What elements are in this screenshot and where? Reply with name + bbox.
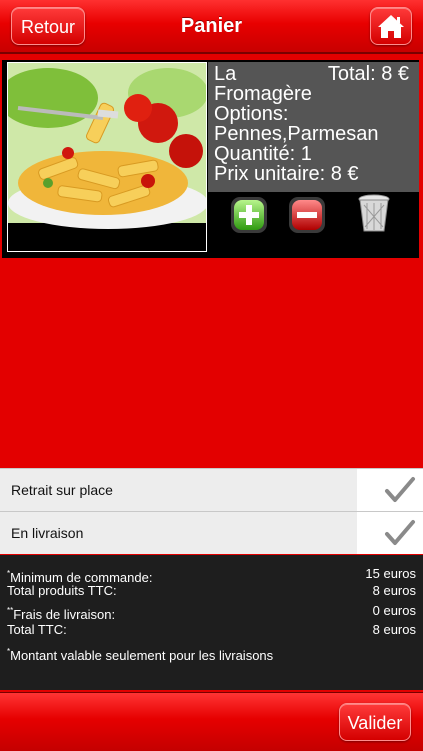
cart-item-card: La Fromagère Options: Pennes,Parmesan Qu… [2,60,419,258]
item-total: Total: 8 € [327,63,409,85]
page-title: Panier [180,15,243,37]
delivery-fee-line: **Frais de livraison: 0 euros [7,603,416,622]
item-quantity: Quantité: 1 [214,143,312,165]
bottom-bar: Valider [0,692,423,751]
pasta-image [8,63,206,251]
order-summary: *Minimum de commande: 15 euros Total pro… [0,555,423,690]
submit-button[interactable]: Valider [339,703,411,741]
minus-icon[interactable] [287,195,327,235]
item-unit-price: Prix unitaire: 8 € [214,163,359,185]
item-options: Options: Pennes,Parmesan [214,103,379,145]
delivery-option-label: En livraison [11,525,84,541]
item-name: La Fromagère [214,63,312,105]
delivery-option[interactable]: En livraison [0,511,423,554]
delivery-fee-value: 0 euros [372,603,416,618]
grand-total-label: Total TTC: [7,622,67,637]
pickup-option[interactable]: Retrait sur place [0,468,423,511]
home-button[interactable] [370,7,412,45]
minimum-order-line: *Minimum de commande: 15 euros [7,566,416,585]
plus-icon[interactable] [229,195,269,235]
checkmark-icon [385,520,415,545]
checkmark-icon [385,477,415,502]
item-info-panel: La Fromagère Options: Pennes,Parmesan Qu… [208,62,419,192]
grand-total-value: 8 euros [372,622,416,637]
products-total-line: Total produits TTC: 8 euros [7,583,416,599]
delivery-note-text: Montant valable seulement pour les livra… [10,648,274,663]
products-total-value: 8 euros [372,583,416,598]
dish-photo [7,62,207,252]
delivery-fee-label: Frais de livraison: [13,607,116,622]
delivery-note: *Montant valable seulement pour les livr… [7,647,274,663]
trash-icon[interactable] [357,193,391,233]
pickup-option-label: Retrait sur place [11,482,113,498]
grand-total-line: Total TTC: 8 euros [7,622,416,638]
top-nav-bar: Retour Panier [0,0,423,54]
minimum-order-value: 15 euros [365,566,416,581]
home-icon [378,15,404,38]
products-total-label: Total produits TTC: [7,583,117,598]
